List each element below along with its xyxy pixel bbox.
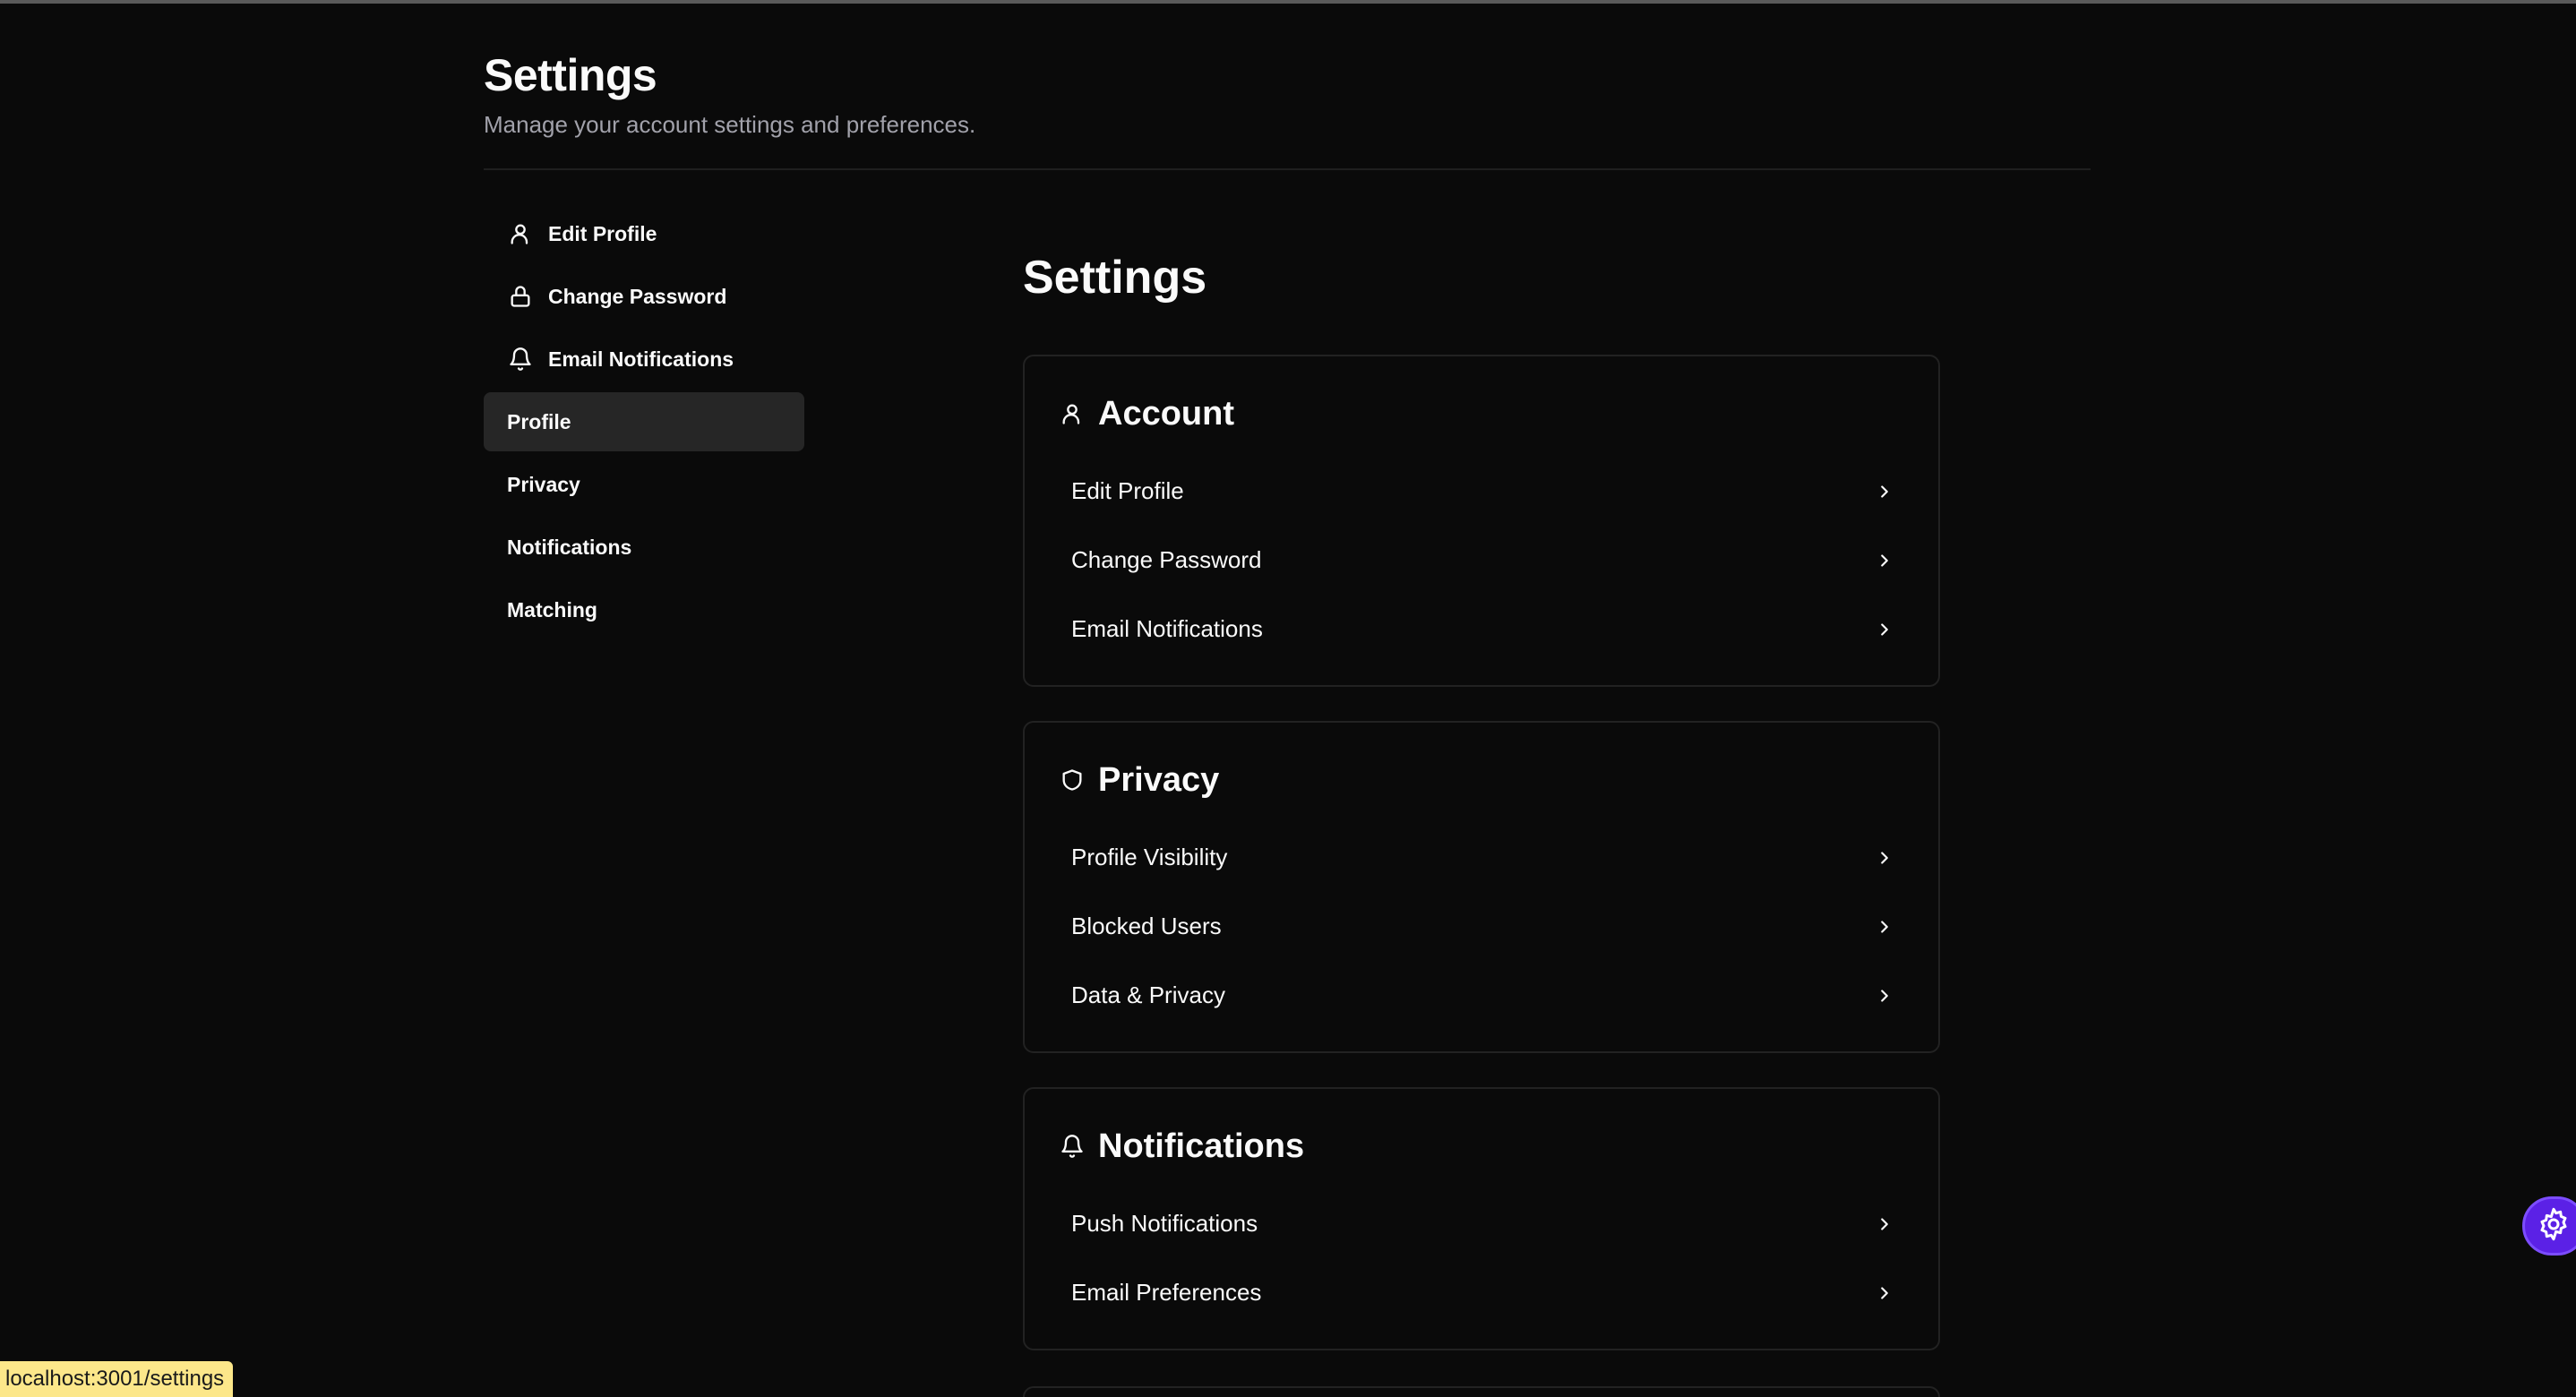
settings-widget-button[interactable] — [2522, 1196, 2576, 1256]
row-label: Edit Profile — [1071, 477, 1184, 504]
notifications-card: Notifications Push Notifications Email P… — [1023, 1087, 1940, 1350]
chevron-right-icon — [1874, 550, 1895, 571]
status-bar-url: localhost:3001/settings — [0, 1361, 234, 1397]
header-divider — [484, 168, 2091, 170]
shield-icon — [1059, 767, 1086, 793]
page-subtitle: Manage your account settings and prefere… — [484, 111, 976, 138]
settings-row-push-notifications[interactable]: Push Notifications — [1059, 1189, 1904, 1258]
sidebar-item-email-notifications[interactable]: Email Notifications — [484, 330, 804, 389]
bell-icon — [507, 346, 534, 373]
chevron-right-icon — [1874, 847, 1895, 869]
settings-row-blocked-users[interactable]: Blocked Users — [1059, 892, 1904, 961]
row-label: Profile Visibility — [1071, 844, 1228, 870]
row-label: Email Preferences — [1071, 1279, 1262, 1306]
settings-row-data-privacy[interactable]: Data & Privacy — [1059, 961, 1904, 1030]
row-label: Push Notifications — [1071, 1210, 1258, 1237]
sidebar-item-change-password[interactable]: Change Password — [484, 267, 804, 326]
page-title: Settings — [484, 50, 657, 100]
next-card-partial — [1023, 1386, 1940, 1397]
settings-row-edit-profile[interactable]: Edit Profile — [1059, 457, 1904, 526]
chevron-right-icon — [1874, 481, 1895, 502]
card-header: Privacy — [1059, 753, 1904, 807]
lock-icon — [507, 283, 534, 310]
sidebar-item-privacy[interactable]: Privacy — [484, 455, 804, 514]
sidebar-item-label: Edit Profile — [548, 221, 657, 245]
sidebar-item-edit-profile[interactable]: Edit Profile — [484, 204, 804, 263]
sidebar-item-label: Notifications — [507, 535, 632, 559]
settings-row-profile-visibility[interactable]: Profile Visibility — [1059, 823, 1904, 892]
chevron-right-icon — [1874, 916, 1895, 938]
chevron-right-icon — [1874, 985, 1895, 1007]
chevron-right-icon — [1874, 619, 1895, 640]
user-icon — [507, 220, 534, 247]
bell-icon — [1059, 1133, 1086, 1160]
row-label: Change Password — [1071, 546, 1262, 573]
gear-icon — [2536, 1206, 2572, 1247]
settings-row-email-preferences[interactable]: Email Preferences — [1059, 1258, 1904, 1327]
sidebar-item-matching[interactable]: Matching — [484, 580, 804, 639]
sidebar-item-notifications[interactable]: Notifications — [484, 518, 804, 577]
card-title: Account — [1098, 394, 1234, 433]
row-label: Data & Privacy — [1071, 981, 1225, 1008]
sidebar-item-profile[interactable]: Profile — [484, 392, 804, 451]
settings-sidebar: Edit Profile Change Password Email Notif… — [484, 204, 804, 643]
settings-row-email-notifications[interactable]: Email Notifications — [1059, 595, 1904, 664]
card-title: Notifications — [1098, 1127, 1305, 1165]
sidebar-item-label: Email Notifications — [548, 347, 734, 371]
row-label: Email Notifications — [1071, 615, 1263, 642]
card-header: Notifications — [1059, 1119, 1904, 1173]
chevron-right-icon — [1874, 1213, 1895, 1235]
sidebar-item-label: Privacy — [507, 472, 580, 496]
sidebar-item-label: Matching — [507, 597, 597, 621]
card-header: Account — [1059, 387, 1904, 441]
sidebar-item-label: Profile — [507, 409, 571, 433]
row-label: Blocked Users — [1071, 913, 1222, 939]
card-title: Privacy — [1098, 760, 1220, 799]
settings-row-change-password[interactable]: Change Password — [1059, 526, 1904, 595]
chevron-right-icon — [1874, 1282, 1895, 1304]
page-header: Settings Manage your account settings an… — [484, 48, 975, 139]
user-icon — [1059, 400, 1086, 427]
privacy-card: Privacy Profile Visibility Blocked Users… — [1023, 721, 1940, 1053]
main-title: Settings — [1023, 252, 1207, 304]
account-card: Account Edit Profile Change Password Ema… — [1023, 355, 1940, 687]
settings-main: Settings Account Edit Profile Change Pas… — [1023, 242, 1940, 1384]
sidebar-item-label: Change Password — [548, 284, 727, 308]
window-top-border — [0, 0, 2576, 4]
